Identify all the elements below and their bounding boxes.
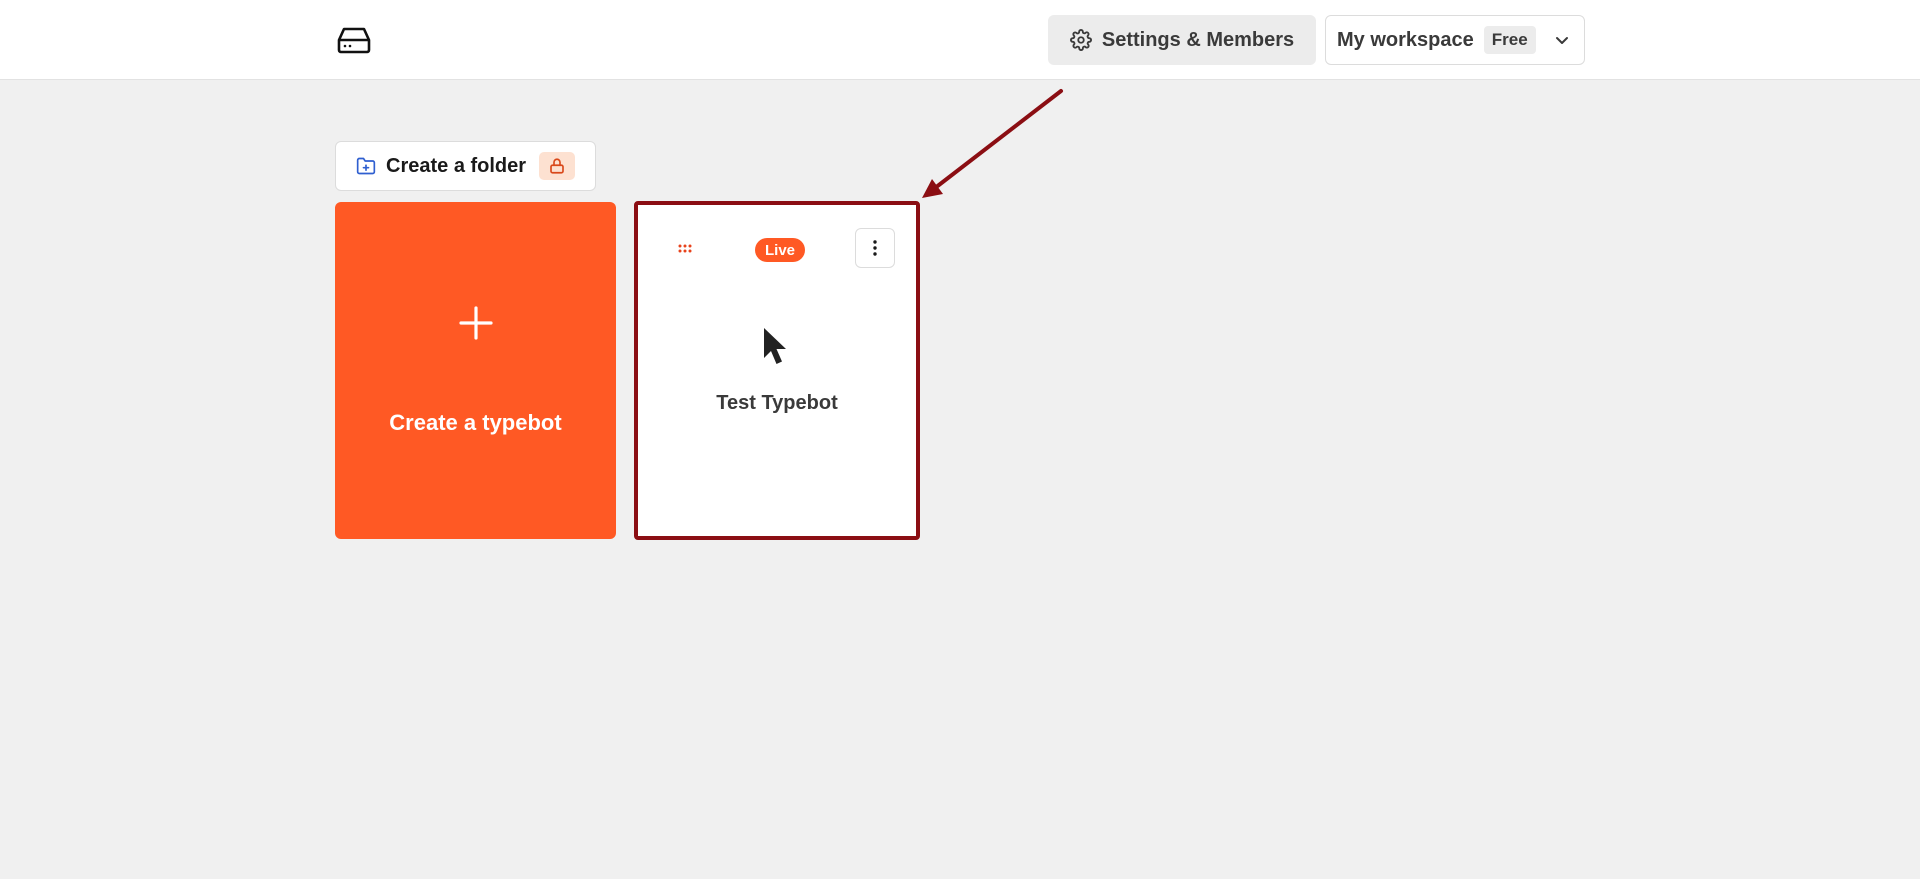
settings-members-label: Settings & Members [1101, 28, 1295, 51]
workspace-name: My workspace [1337, 28, 1474, 51]
create-typebot-label: Create a typebot [389, 410, 562, 435]
create-folder-label: Create a folder [386, 154, 527, 177]
top-header: Settings & Members My workspace Free [0, 0, 1920, 80]
more-vertical-icon [872, 239, 878, 257]
status-badge: Live [755, 238, 805, 262]
annotation-arrow [922, 89, 1063, 198]
settings-members-button[interactable]: Settings & Members [1048, 15, 1316, 65]
typebot-name: Test Typebot [716, 392, 838, 414]
lock-icon [539, 152, 575, 180]
plan-badge: Free [1483, 26, 1536, 54]
typebot-card[interactable]: Live Test Typebot [634, 201, 920, 540]
drag-handle-icon[interactable] [678, 244, 694, 254]
cursor-arrow-icon [762, 326, 794, 370]
gear-icon [1069, 29, 1092, 51]
chevron-down-icon [1554, 32, 1570, 48]
more-options-button[interactable] [855, 228, 895, 268]
create-typebot-card[interactable]: Create a typebot [335, 202, 616, 539]
folder-plus-icon [356, 156, 376, 176]
workspace-dropdown[interactable]: My workspace Free [1325, 15, 1585, 65]
plus-icon [459, 306, 493, 340]
hard-drive-icon[interactable] [335, 22, 373, 58]
create-folder-button[interactable]: Create a folder [335, 141, 596, 191]
